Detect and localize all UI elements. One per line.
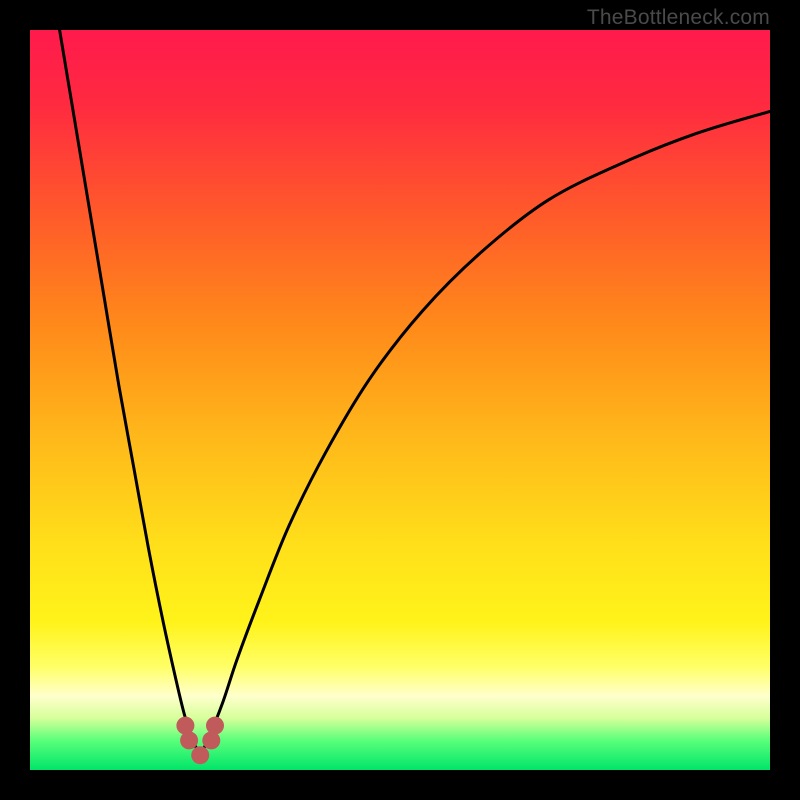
chart-background-gradient bbox=[30, 30, 770, 770]
chart-frame bbox=[30, 30, 770, 770]
watermark: TheBottleneck.com bbox=[587, 6, 770, 30]
